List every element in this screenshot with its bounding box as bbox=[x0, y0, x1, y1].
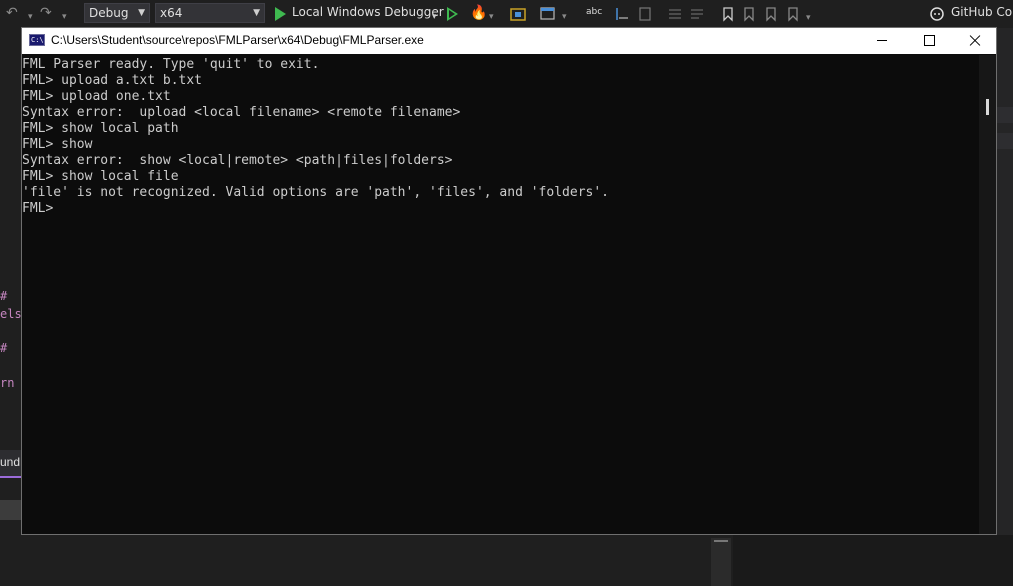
right-panel-tab bbox=[997, 107, 1013, 123]
redo-dropdown-icon[interactable]: ▾ bbox=[62, 8, 67, 26]
hot-reload-dropdown-icon[interactable]: ▾ bbox=[489, 8, 494, 26]
redo-icon[interactable]: ↷ bbox=[40, 4, 52, 22]
format-icon[interactable] bbox=[614, 6, 630, 22]
spell-check-icon[interactable]: abc bbox=[586, 3, 602, 21]
console-titlebar[interactable]: C:\ C:\Users\Student\source\repos\FMLPar… bbox=[22, 28, 996, 54]
undo-dropdown-icon[interactable]: ▾ bbox=[28, 8, 33, 26]
right-panel-tab bbox=[997, 133, 1013, 149]
copilot-label[interactable]: GitHub Cop bbox=[951, 5, 1013, 19]
maximize-button[interactable] bbox=[906, 28, 952, 54]
console-output[interactable]: FML Parser ready. Type 'quit' to exit. F… bbox=[22, 55, 980, 534]
copilot-icon[interactable] bbox=[929, 6, 945, 22]
prev-bookmark-icon[interactable] bbox=[741, 6, 757, 22]
console-window[interactable]: C:\ C:\Users\Student\source\repos\FMLPar… bbox=[21, 27, 997, 535]
console-line: FML> show local file bbox=[22, 169, 179, 184]
debugger-dropdown-icon[interactable]: ▾ bbox=[432, 8, 437, 26]
minimize-button[interactable] bbox=[860, 28, 906, 54]
console-app-icon: C:\ bbox=[29, 34, 45, 46]
output-tab-label[interactable]: und bbox=[0, 455, 20, 469]
toolbar-overflow-icon[interactable]: ▾ bbox=[806, 9, 811, 27]
console-line: Syntax error: upload <local filename> <r… bbox=[22, 105, 461, 120]
code-fragment: # bbox=[0, 289, 8, 303]
console-prompt[interactable]: FML> bbox=[22, 201, 980, 217]
uncomment-icon[interactable] bbox=[689, 6, 705, 22]
console-line: FML> upload one.txt bbox=[22, 89, 171, 104]
undo-icon[interactable]: ↶ bbox=[6, 4, 18, 22]
comment-icon[interactable] bbox=[667, 6, 683, 22]
panel-header bbox=[0, 500, 21, 520]
chevron-down-icon: ▼ bbox=[138, 8, 145, 18]
console-line: 'file' is not recognized. Valid options … bbox=[22, 185, 609, 200]
console-line: FML> upload a.txt b.txt bbox=[22, 73, 203, 88]
chevron-down-icon: ▼ bbox=[253, 8, 260, 18]
clear-bookmarks-icon[interactable] bbox=[785, 6, 801, 22]
configuration-value: Debug bbox=[89, 6, 129, 20]
panel-splitter[interactable] bbox=[711, 538, 731, 586]
platform-value: x64 bbox=[160, 6, 183, 20]
configuration-select[interactable]: Debug ▼ bbox=[84, 3, 150, 23]
layout-dropdown-icon[interactable]: ▾ bbox=[562, 8, 567, 26]
hot-reload-icon[interactable]: 🔥 bbox=[470, 4, 487, 22]
splitter-grip[interactable] bbox=[714, 540, 728, 542]
solution-explorer-icon[interactable] bbox=[510, 6, 526, 22]
window-layout-icon[interactable] bbox=[540, 6, 556, 22]
console-title: C:\Users\Student\source\repos\FMLParser\… bbox=[51, 33, 424, 47]
console-line: Syntax error: show <local|remote> <path|… bbox=[22, 153, 453, 168]
console-scroll-thumb[interactable] bbox=[986, 99, 989, 115]
active-tab-indicator bbox=[0, 476, 21, 478]
platform-select[interactable]: x64 ▼ bbox=[155, 3, 265, 23]
console-line: FML Parser ready. Type 'quit' to exit. bbox=[22, 57, 320, 72]
console-line: FML> show local path bbox=[22, 121, 179, 136]
console-scrollbar[interactable] bbox=[979, 55, 996, 534]
vs-toolbar: ↶ ▾ ↷ ▾ Debug ▼ x64 ▼ Local Windows Debu… bbox=[0, 0, 1013, 28]
start-without-debugging-icon[interactable] bbox=[447, 7, 458, 21]
code-fragment: # bbox=[0, 341, 8, 355]
outdent-icon[interactable] bbox=[637, 6, 653, 22]
editor-bottom-dark bbox=[733, 535, 1013, 586]
start-debugging-icon[interactable] bbox=[275, 7, 286, 21]
console-line: FML> show bbox=[22, 137, 93, 152]
debugger-label[interactable]: Local Windows Debugger bbox=[292, 5, 444, 19]
next-bookmark-icon[interactable] bbox=[763, 6, 779, 22]
bookmark-icon[interactable] bbox=[720, 6, 736, 22]
close-button[interactable] bbox=[952, 28, 998, 54]
